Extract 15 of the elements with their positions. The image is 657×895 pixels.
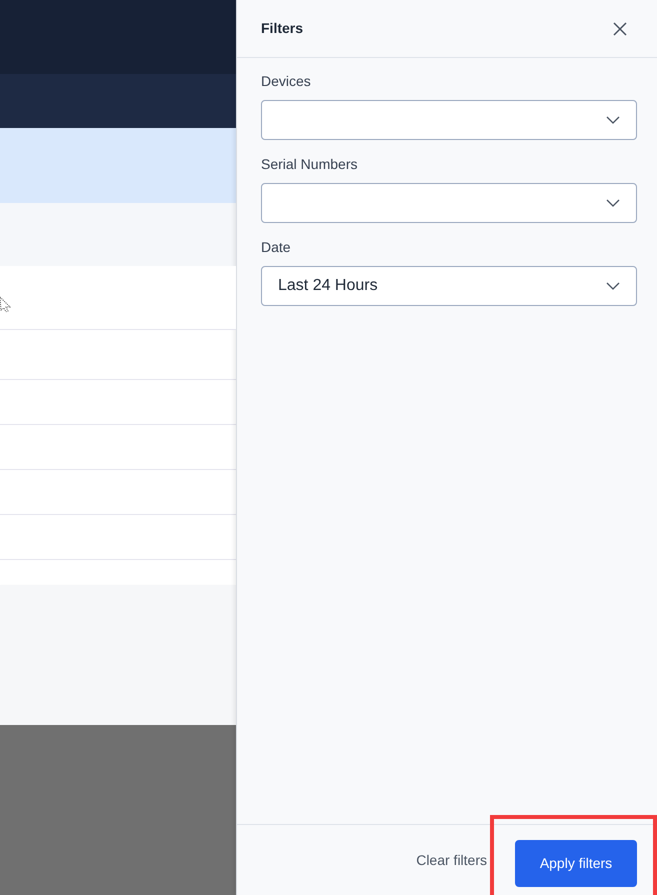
select-field[interactable]: Last 24 Hours — [261, 266, 637, 306]
field-label: Date — [261, 238, 291, 257]
apply-button[interactable]: Apply filters — [515, 840, 637, 886]
select-field[interactable] — [261, 183, 637, 223]
select-field[interactable] — [261, 100, 637, 140]
chevron-down-icon — [606, 199, 620, 207]
close-button[interactable] — [611, 20, 629, 38]
chevron-down-icon — [606, 116, 620, 124]
chevron-down-icon — [606, 282, 620, 290]
panel-title: Filters — [261, 19, 304, 38]
clear-link[interactable]: Clear filters — [416, 850, 487, 870]
field-label: Devices — [261, 72, 311, 91]
select-value: Last 24 Hours — [278, 276, 378, 296]
field-label: Serial Numbers — [261, 155, 358, 174]
close-icon — [613, 22, 627, 36]
